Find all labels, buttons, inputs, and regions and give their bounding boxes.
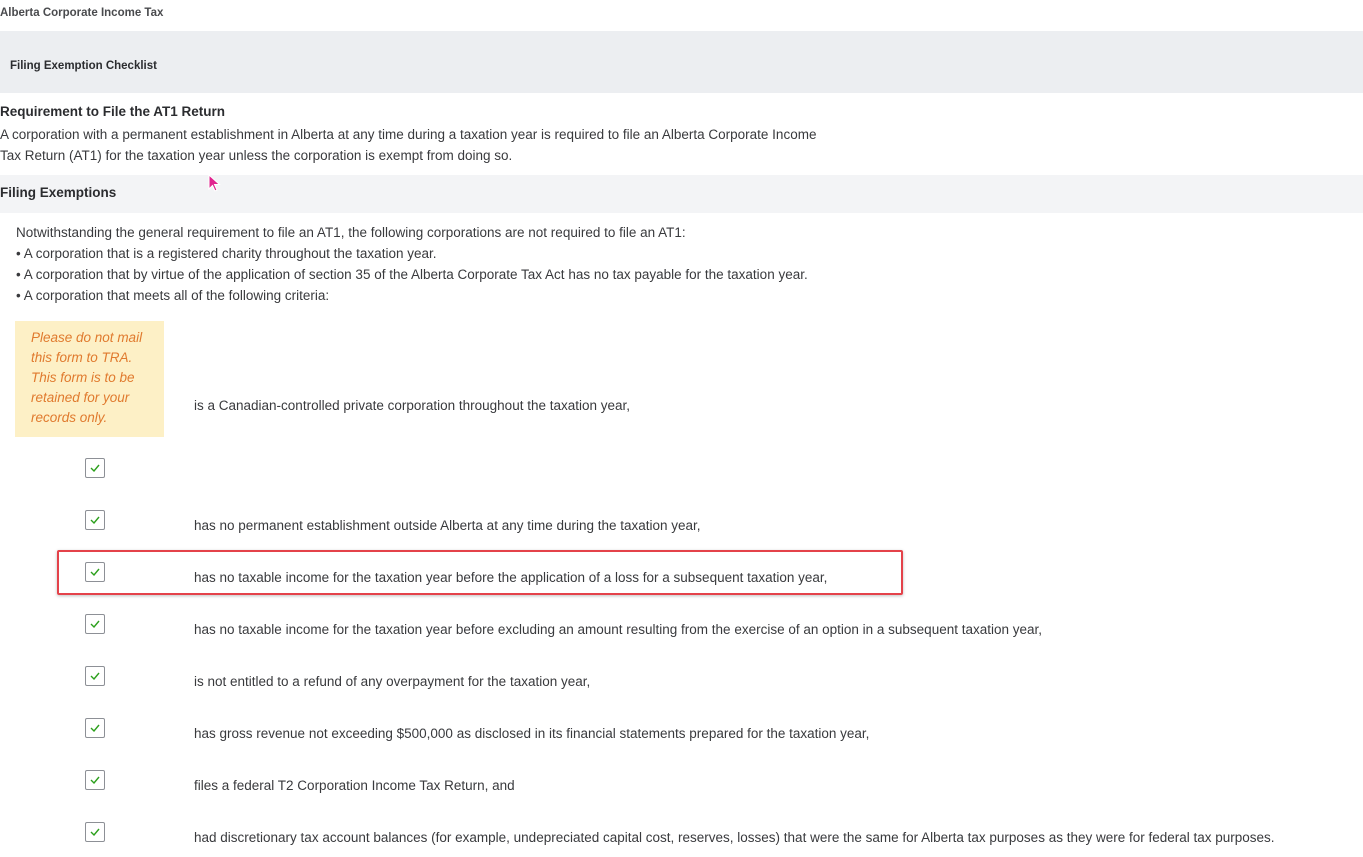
checklist-header: Filing Exemption Checklist	[0, 31, 1363, 93]
criterion-text-no-refund: is not entitled to a refund of any overp…	[194, 674, 591, 689]
criterion-text-files-t2: files a federal T2 Corporation Income Ta…	[194, 778, 515, 793]
checkmark-icon	[90, 672, 100, 680]
criterion-checkbox-6[interactable]	[85, 718, 105, 738]
exemptions-intro: Notwithstanding the general requirement …	[16, 222, 1016, 306]
app-title: Alberta Corporate Income Tax	[0, 7, 164, 19]
criterion-checkbox-4[interactable]	[85, 614, 105, 634]
criterion-text-no-taxable-income-option: has no taxable income for the taxation y…	[194, 622, 1043, 637]
checkmark-icon	[90, 724, 100, 732]
criterion-checkbox-7[interactable]	[85, 770, 105, 790]
criterion-checkbox-2[interactable]	[85, 510, 105, 530]
checkmark-icon	[90, 776, 100, 784]
checklist-title: Filing Exemption Checklist	[10, 60, 157, 72]
exemptions-heading: Filing Exemptions	[0, 185, 117, 200]
exemption-bullet: • A corporation that by virtue of the ap…	[16, 267, 808, 282]
requirement-line-1: A corporation with a permanent establish…	[0, 127, 817, 142]
criterion-text-discretionary-balances: had discretionary tax account balances (…	[194, 830, 1275, 845]
checkmark-icon	[90, 828, 100, 836]
checkmark-icon	[90, 620, 100, 628]
mouse-cursor-icon	[208, 174, 221, 192]
criterion-text-no-pe-outside: has no permanent establishment outside A…	[194, 518, 701, 533]
exemptions-header: Filing Exemptions	[0, 175, 1363, 213]
criterion-text-ccpc: is a Canadian-controlled private corpora…	[194, 398, 631, 413]
requirement-heading: Requirement to File the AT1 Return	[0, 104, 226, 119]
exemptions-intro-text: Notwithstanding the general requirement …	[16, 225, 686, 240]
criterion-checkbox-5[interactable]	[85, 666, 105, 686]
exemption-bullet: • A corporation that is a registered cha…	[16, 246, 437, 261]
requirement-line-2: Tax Return (AT1) for the taxation year u…	[0, 148, 513, 163]
retain-records-note: Please do not mail this form to TRA. Thi…	[15, 321, 164, 437]
criterion-checkbox-8[interactable]	[85, 822, 105, 842]
criterion-text-gross-revenue: has gross revenue not exceeding $500,000…	[194, 726, 870, 741]
criterion-checkbox-1[interactable]	[85, 458, 105, 478]
checkmark-icon	[90, 516, 100, 524]
highlight-annotation	[57, 550, 903, 595]
requirement-body: A corporation with a permanent establish…	[0, 124, 890, 166]
exemption-bullet: • A corporation that meets all of the fo…	[16, 288, 330, 303]
filing-exemption-page: Alberta Corporate Income Tax Filing Exem…	[0, 0, 1363, 857]
checkmark-icon	[90, 464, 100, 472]
